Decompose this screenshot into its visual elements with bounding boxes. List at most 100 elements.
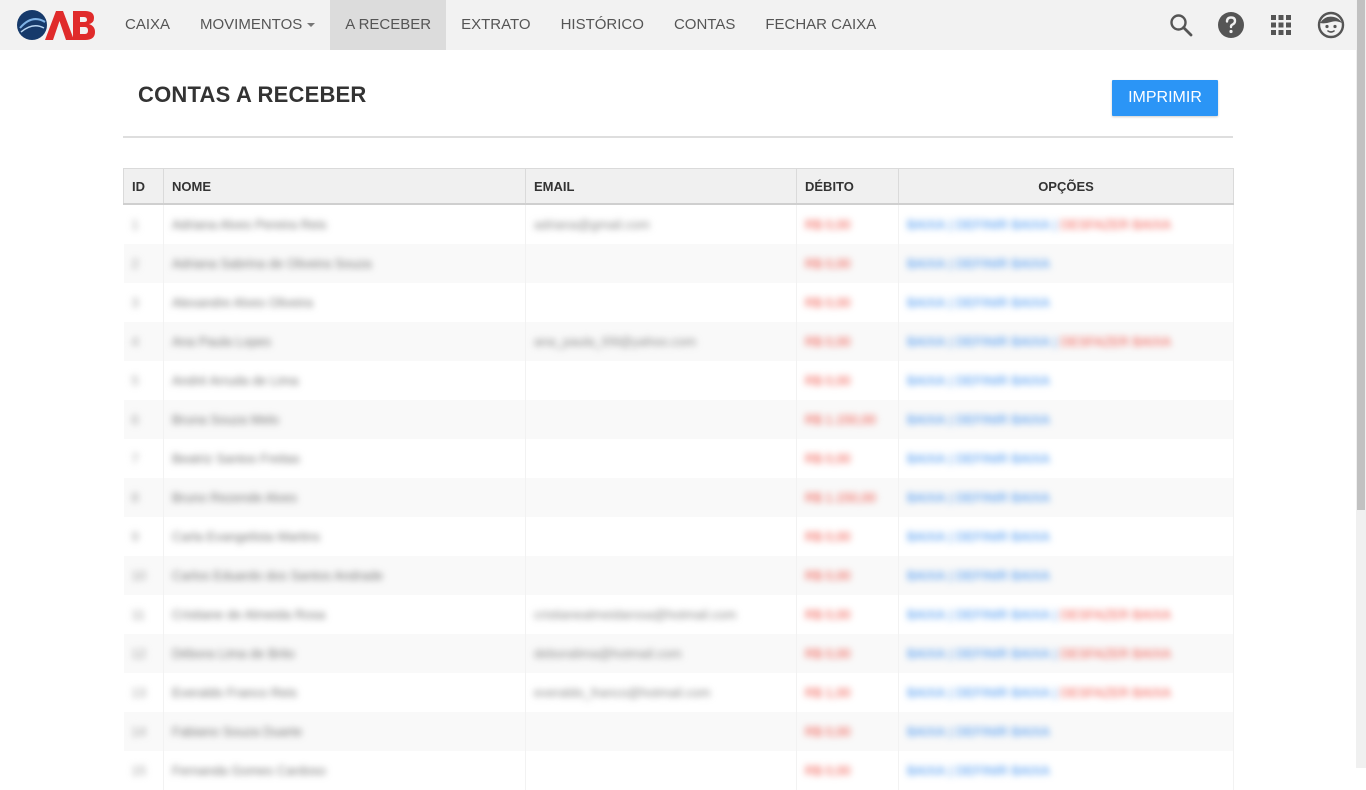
baixa-link[interactable]: BAIXA — [907, 256, 945, 271]
cell-email — [525, 751, 797, 790]
definir-baixa-link[interactable]: DEFINIR BAIXA — [956, 451, 1050, 466]
baixa-link[interactable]: BAIXA — [907, 568, 945, 583]
cell-email — [525, 283, 797, 322]
cell-email: everaldo_franco@hotmail.com — [525, 673, 797, 712]
baixa-link[interactable]: BAIXA — [907, 217, 945, 232]
baixa-link[interactable]: BAIXA — [907, 646, 945, 661]
row-name: Carlos Eduardo dos Santos Andrade — [172, 568, 384, 583]
scrollbar-thumb[interactable] — [1357, 0, 1365, 510]
cell-email — [525, 439, 797, 478]
cell-debit: R$ 0,00 — [796, 751, 899, 790]
cell-name: Bruno Rezende Alves — [163, 478, 526, 517]
desfazer-baixa-link[interactable]: DESFAZER BAIXA — [1060, 334, 1171, 349]
cell-options: BAIXA | DEFINIR BAIXA — [898, 556, 1234, 595]
user-avatar-icon[interactable] — [1317, 11, 1345, 39]
column-header-id[interactable]: ID — [123, 168, 164, 205]
print-button[interactable]: IMPRIMIR — [1112, 80, 1218, 116]
nav-extrato[interactable]: EXTRATO — [446, 0, 545, 50]
page-scrollbar[interactable] — [1356, 0, 1366, 768]
baixa-link[interactable]: BAIXA — [907, 763, 945, 778]
nav-fechar-caixa[interactable]: FECHAR CAIXA — [750, 0, 891, 50]
baixa-link[interactable]: BAIXA — [907, 334, 945, 349]
baixa-link[interactable]: BAIXA — [907, 490, 945, 505]
page-title: CONTAS A RECEBER — [138, 82, 367, 107]
cell-name: Ana Paula Lopes — [163, 322, 526, 361]
baixa-link[interactable]: BAIXA — [907, 529, 945, 544]
cell-name: Fernanda Gomes Cardoso — [163, 751, 526, 790]
table-row: 11 Cristiane de Almeida Rosa cristianealme… — [123, 595, 1234, 634]
desfazer-baixa-link[interactable]: DESFAZER BAIXA — [1060, 217, 1171, 232]
baixa-link[interactable]: BAIXA — [907, 724, 945, 739]
baixa-link[interactable]: BAIXA — [907, 685, 945, 700]
baixa-link[interactable]: BAIXA — [907, 607, 945, 622]
cell-email — [525, 517, 797, 556]
baixa-link[interactable]: BAIXA — [907, 451, 945, 466]
row-email: adriana@gmail.com — [534, 217, 650, 232]
definir-baixa-link[interactable]: DEFINIR BAIXA — [956, 685, 1050, 700]
cell-debit: R$ 0,00 — [796, 712, 899, 751]
row-debit: R$ 0,00 — [805, 295, 851, 310]
row-id: 11 — [131, 607, 146, 622]
apps-grid-icon[interactable] — [1267, 11, 1295, 39]
cell-id: 1 — [123, 204, 164, 244]
cell-id: 3 — [123, 283, 164, 322]
option-separator: | — [945, 607, 956, 622]
row-name: Fabiano Souza Duarte — [172, 724, 303, 739]
row-id: 15 — [131, 763, 146, 778]
nav-historico-label: HISTÓRICO — [560, 16, 644, 33]
baixa-link[interactable]: BAIXA — [907, 373, 945, 388]
nav-movimentos[interactable]: MOVIMENTOS — [185, 0, 330, 50]
nav-a-receber[interactable]: A RECEBER — [330, 0, 447, 50]
option-separator: | — [945, 412, 956, 427]
definir-baixa-link[interactable]: DEFINIR BAIXA — [956, 295, 1050, 310]
nav-caixa[interactable]: CAIXA — [110, 0, 185, 50]
row-id: 5 — [131, 373, 139, 388]
cell-name: Adriana Alves Pereira Reis — [163, 204, 526, 244]
option-separator: | — [945, 685, 956, 700]
definir-baixa-link[interactable]: DEFINIR BAIXA — [956, 568, 1050, 583]
table-row: 6 Bruna Souza Melo R$ 1.150,00 BAIXA | DEFI… — [123, 400, 1234, 439]
cell-options: BAIXA | DEFINIR BAIXA — [898, 283, 1234, 322]
cell-id: 7 — [123, 439, 164, 478]
baixa-link[interactable]: BAIXA — [907, 295, 945, 310]
nav-contas[interactable]: CONTAS — [659, 0, 750, 50]
definir-baixa-link[interactable]: DEFINIR BAIXA — [956, 373, 1050, 388]
definir-baixa-link[interactable]: DEFINIR BAIXA — [956, 607, 1050, 622]
row-name: Beatriz Santos Freitas — [172, 451, 300, 466]
row-name: Ana Paula Lopes — [172, 334, 272, 349]
definir-baixa-link[interactable]: DEFINIR BAIXA — [956, 334, 1050, 349]
row-id: 3 — [131, 295, 139, 310]
nav-contas-label: CONTAS — [673, 16, 736, 33]
desfazer-baixa-link[interactable]: DESFAZER BAIXA — [1060, 607, 1171, 622]
cell-name: Everaldo Franco Reis — [163, 673, 526, 712]
definir-baixa-link[interactable]: DEFINIR BAIXA — [956, 646, 1050, 661]
help-icon[interactable] — [1217, 11, 1245, 39]
column-header-email[interactable]: EMAIL — [525, 168, 797, 205]
desfazer-baixa-link[interactable]: DESFAZER BAIXA — [1060, 685, 1171, 700]
option-separator: | — [1049, 217, 1061, 232]
oab-logo[interactable] — [15, 8, 97, 42]
cell-email — [525, 556, 797, 595]
nav-historico[interactable]: HISTÓRICO — [546, 0, 659, 50]
table-row: 10 Carlos Eduardo dos Santos Andrade R$ 0,… — [123, 556, 1234, 595]
row-debit: R$ 0,00 — [805, 529, 851, 544]
row-id: 10 — [131, 568, 146, 583]
column-header-name[interactable]: NOME — [163, 168, 526, 205]
definir-baixa-link[interactable]: DEFINIR BAIXA — [956, 529, 1050, 544]
table-row: 9 Carla Evangelista Martins R$ 0,00 BAIXA |… — [123, 517, 1234, 556]
cell-name: Alexandre Alves Oliveira — [163, 283, 526, 322]
definir-baixa-link[interactable]: DEFINIR BAIXA — [956, 490, 1050, 505]
cell-email — [525, 400, 797, 439]
definir-baixa-link[interactable]: DEFINIR BAIXA — [956, 256, 1050, 271]
search-icon[interactable] — [1167, 11, 1195, 39]
definir-baixa-link[interactable]: DEFINIR BAIXA — [956, 724, 1050, 739]
cell-debit: R$ 1.150,00 — [796, 400, 899, 439]
definir-baixa-link[interactable]: DEFINIR BAIXA — [956, 217, 1050, 232]
baixa-link[interactable]: BAIXA — [907, 412, 945, 427]
desfazer-baixa-link[interactable]: DESFAZER BAIXA — [1060, 646, 1171, 661]
row-debit: R$ 0,00 — [805, 373, 851, 388]
definir-baixa-link[interactable]: DEFINIR BAIXA — [956, 412, 1050, 427]
top-navbar: CAIXA MOVIMENTOS A RECEBER EXTRATO HISTÓ… — [0, 0, 1356, 50]
column-header-debit[interactable]: DÉBITO — [796, 168, 899, 205]
definir-baixa-link[interactable]: DEFINIR BAIXA — [956, 763, 1050, 778]
